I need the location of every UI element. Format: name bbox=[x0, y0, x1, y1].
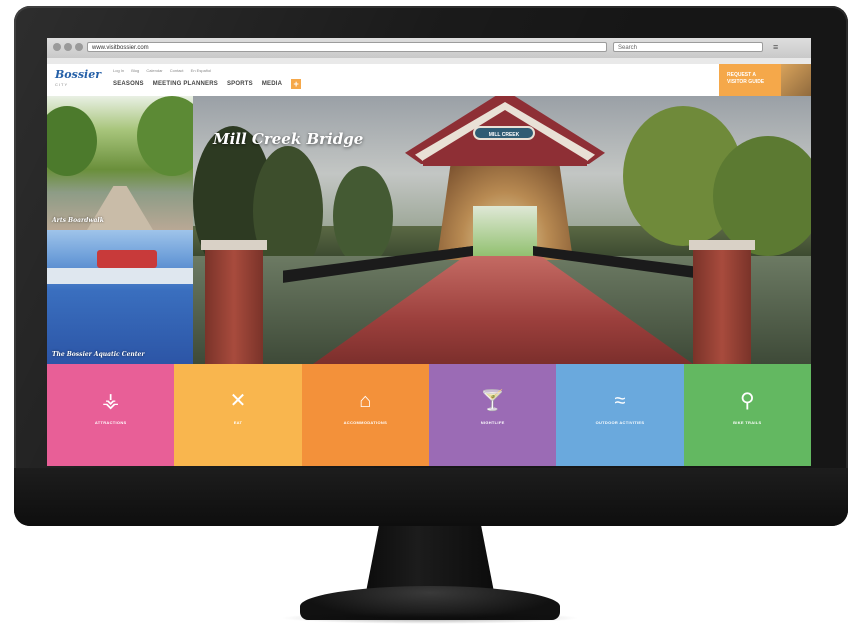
cta-line-1: REQUEST A bbox=[727, 72, 756, 78]
utility-link[interactable]: Contact bbox=[170, 68, 184, 73]
nav-item-media[interactable]: MEDIA bbox=[262, 81, 282, 87]
pool-deck-image bbox=[47, 268, 193, 284]
category-accommodations[interactable]: ⌂ ACCOMMODATIONS bbox=[301, 364, 429, 466]
nav-item-meeting-planners[interactable]: MEETING PLANNERS bbox=[153, 81, 218, 87]
utility-link[interactable]: Calendar bbox=[146, 68, 162, 73]
browser-toolbar: www.visitbossier.com Search ≡ bbox=[47, 38, 811, 59]
category-label: ACCOMMODATIONS bbox=[343, 420, 388, 425]
category-strip: ⚶ ATTRACTIONS ✕ EAT ⌂ ACCOMMODATIONS 🍸 N… bbox=[47, 364, 811, 466]
cocktail-icon: 🍸 bbox=[480, 390, 506, 412]
nav-plus-button[interactable]: + bbox=[291, 79, 302, 89]
monitor-stand-neck bbox=[366, 526, 494, 592]
utility-link[interactable]: Blog bbox=[131, 68, 139, 73]
category-label: NIGHTLIFE bbox=[480, 420, 505, 425]
category-nightlife[interactable]: 🍸 NIGHTLIFE bbox=[428, 364, 557, 466]
category-label: BIKE TRAILS bbox=[733, 420, 762, 425]
bridge-opening bbox=[473, 206, 537, 258]
bridge-sign: MILL CREEK bbox=[473, 126, 535, 140]
category-outdoor-activities[interactable]: ≈ OUTDOOR ACTIVITIES bbox=[556, 364, 684, 466]
brick-pillar-right bbox=[689, 240, 755, 364]
cta-line-2: VISITOR GUIDE bbox=[727, 79, 765, 85]
main-nav: SEASONS MEETING PLANNERS SPORTS MEDIA + bbox=[113, 79, 302, 89]
hero-banner[interactable]: MILL CREEK Mill Creek Bridge bbox=[193, 96, 811, 364]
brick-pillar-left bbox=[201, 240, 267, 364]
tree-image bbox=[47, 106, 97, 176]
tree-image bbox=[713, 136, 811, 256]
fork-knife-icon: ✕ bbox=[229, 390, 247, 412]
tree-image bbox=[333, 166, 393, 266]
hotel-icon: ⌂ bbox=[359, 390, 372, 412]
category-attractions[interactable]: ⚶ ATTRACTIONS bbox=[47, 364, 175, 466]
category-label: ATTRACTIONS bbox=[94, 420, 127, 425]
address-bar[interactable]: www.visitbossier.com bbox=[87, 42, 607, 52]
tile-caption: The Bossier Aquatic Center bbox=[52, 351, 145, 358]
category-label: OUTDOOR ACTIVITIES bbox=[595, 420, 645, 425]
logo-wordmark: Bossier bbox=[55, 68, 101, 81]
utility-link[interactable]: En Español bbox=[191, 68, 211, 73]
feature-tile-aquatic-center[interactable]: The Bossier Aquatic Center bbox=[47, 230, 193, 364]
category-eat[interactable]: ✕ EAT bbox=[174, 364, 302, 466]
bicycle-icon: ⚲ bbox=[739, 390, 755, 412]
tile-caption: Arts Boardwalk bbox=[52, 217, 104, 224]
category-bike-trails[interactable]: ⚲ BIKE TRAILS bbox=[683, 364, 811, 466]
utility-links: Log In Blog Calendar Contact En Español bbox=[113, 68, 217, 73]
back-button[interactable] bbox=[53, 43, 61, 51]
screen: www.visitbossier.com Search ≡ Bossier CI… bbox=[47, 38, 811, 466]
category-label: EAT bbox=[233, 420, 243, 425]
utility-link[interactable]: Log In bbox=[113, 68, 124, 73]
stand-shadow bbox=[280, 612, 580, 624]
logo-subtitle: CITY bbox=[55, 82, 69, 87]
visitor-guide-button[interactable]: REQUEST A VISITOR GUIDE bbox=[719, 64, 781, 96]
visitor-guide-thumbnail[interactable] bbox=[781, 64, 811, 96]
tree-image bbox=[137, 96, 193, 176]
fountain-icon: ⚶ bbox=[102, 390, 120, 412]
hero-title: Mill Creek Bridge bbox=[213, 130, 364, 148]
forward-button[interactable] bbox=[64, 43, 72, 51]
browser-search-input[interactable]: Search bbox=[613, 42, 763, 52]
reload-button[interactable] bbox=[75, 43, 83, 51]
feature-tile-boardwalk[interactable]: Arts Boardwalk bbox=[47, 96, 193, 230]
site-header: Bossier CITY Log In Blog Calendar Contac… bbox=[47, 64, 811, 96]
site-logo[interactable]: Bossier CITY bbox=[55, 68, 101, 90]
fishing-icon: ≈ bbox=[614, 390, 626, 412]
nav-item-seasons[interactable]: SEASONS bbox=[113, 81, 144, 87]
hamburger-icon[interactable]: ≡ bbox=[773, 42, 783, 52]
water-slide-image bbox=[97, 250, 157, 268]
monitor-chin bbox=[14, 468, 848, 526]
nav-item-sports[interactable]: SPORTS bbox=[227, 81, 253, 87]
